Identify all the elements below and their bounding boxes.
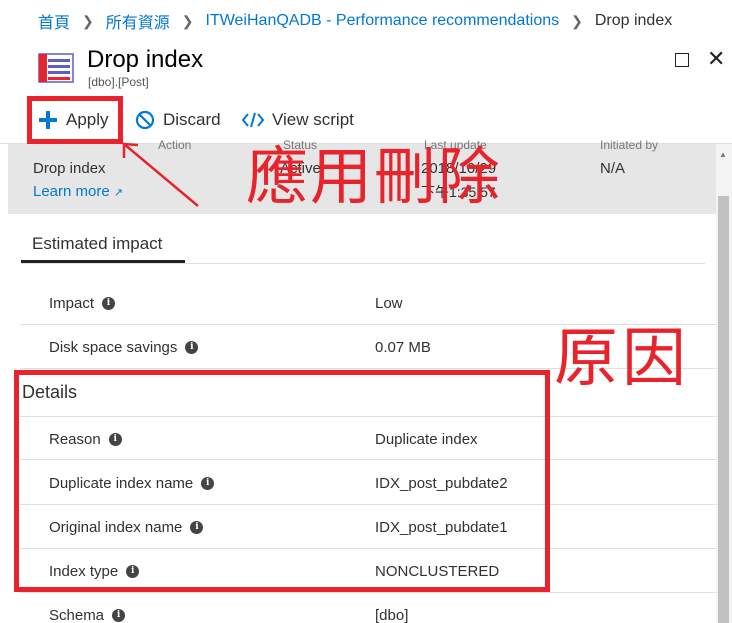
breadcrumb-all-resources[interactable]: 所有資源 xyxy=(106,9,170,33)
impact-value: Low xyxy=(375,295,403,312)
info-icon[interactable]: i xyxy=(102,297,116,310)
page-subtitle: [dbo].[Post] xyxy=(88,75,149,89)
details-highlight-box xyxy=(14,370,550,592)
chevron-right-icon: ❯ xyxy=(82,12,94,29)
annotation-reason-note: 原因 xyxy=(554,322,690,396)
table-icon xyxy=(38,53,74,83)
discard-button[interactable]: Discard xyxy=(135,102,221,138)
scroll-up-icon[interactable]: ▲ xyxy=(719,150,727,159)
page-title: Drop index xyxy=(87,46,204,73)
discard-icon xyxy=(135,110,155,130)
table-row: Impact i Low xyxy=(20,281,717,325)
code-icon xyxy=(242,111,264,129)
breadcrumb-performance[interactable]: ITWeiHanQADB - Performance recommendatio… xyxy=(206,12,560,30)
breadcrumb-current: Drop index xyxy=(594,12,673,29)
blade-header: Drop index [dbo].[Post] ✕ xyxy=(0,42,732,94)
apply-highlight-box xyxy=(27,96,123,144)
action-value: Drop index xyxy=(33,160,106,177)
annotation-arrow xyxy=(122,142,199,207)
info-icon[interactable]: i xyxy=(112,609,126,622)
tab-estimated-impact[interactable]: Estimated impact xyxy=(32,234,162,254)
learn-more-link[interactable]: Learn more ↗ xyxy=(33,183,123,200)
divider xyxy=(21,263,705,264)
chevron-right-icon: ❯ xyxy=(181,12,194,29)
view-script-label: View script xyxy=(272,110,354,129)
info-icon[interactable]: i xyxy=(185,341,199,354)
close-icon[interactable]: ✕ xyxy=(707,48,725,70)
initiated-by-value: N/A xyxy=(600,160,626,177)
learn-more-label: Learn more xyxy=(33,183,110,200)
breadcrumb-home[interactable]: 首頁 xyxy=(38,9,70,33)
header-initiated-by: Initiated by xyxy=(600,138,659,152)
schema-key: Schema xyxy=(49,607,105,623)
table-row: Schema i [dbo] xyxy=(20,593,717,623)
breadcrumb: 首頁 ❯ 所有資源 ❯ ITWeiHanQADB - Performance r… xyxy=(0,0,732,42)
discard-label: Discard xyxy=(163,110,221,129)
impact-key: Impact xyxy=(49,295,95,312)
maximize-icon[interactable] xyxy=(675,53,689,67)
schema-value: [dbo] xyxy=(375,607,409,623)
annotation-apply-note: 應用刪除 xyxy=(246,140,503,213)
scrollbar-thumb[interactable] xyxy=(718,196,729,623)
disk-savings-key: Disk space savings xyxy=(49,339,178,356)
view-script-button[interactable]: View script xyxy=(242,102,354,138)
chevron-right-icon: ❯ xyxy=(571,12,583,29)
disk-savings-value: 0.07 MB xyxy=(375,339,431,356)
